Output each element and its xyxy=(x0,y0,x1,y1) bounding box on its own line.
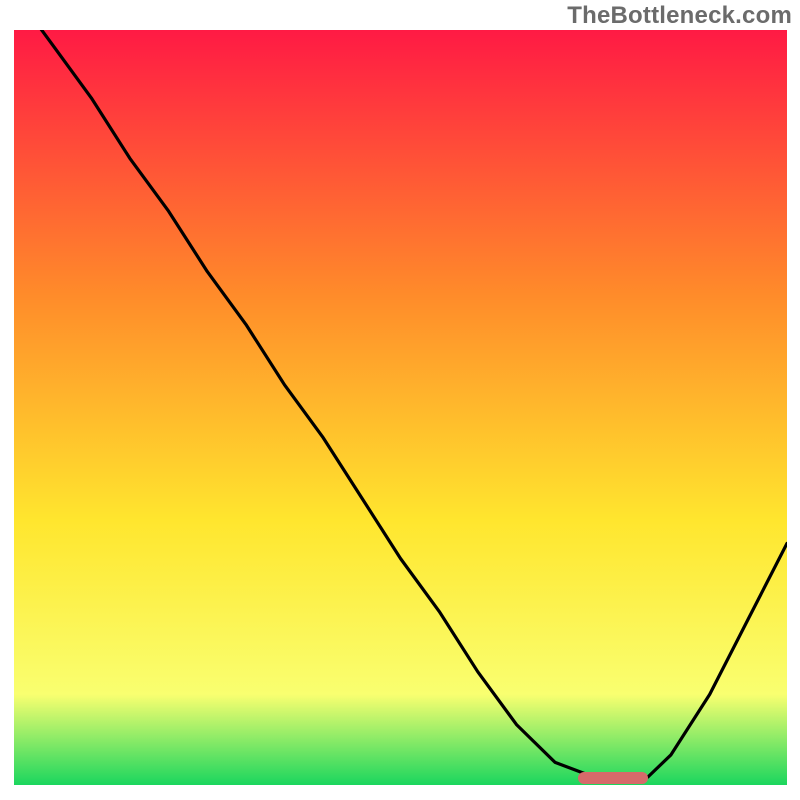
watermark-text: TheBottleneck.com xyxy=(567,2,792,30)
chart-container: TheBottleneck.com xyxy=(0,0,800,800)
plot-area xyxy=(14,30,787,785)
optimum-marker xyxy=(578,772,648,784)
gradient-background xyxy=(14,30,787,785)
